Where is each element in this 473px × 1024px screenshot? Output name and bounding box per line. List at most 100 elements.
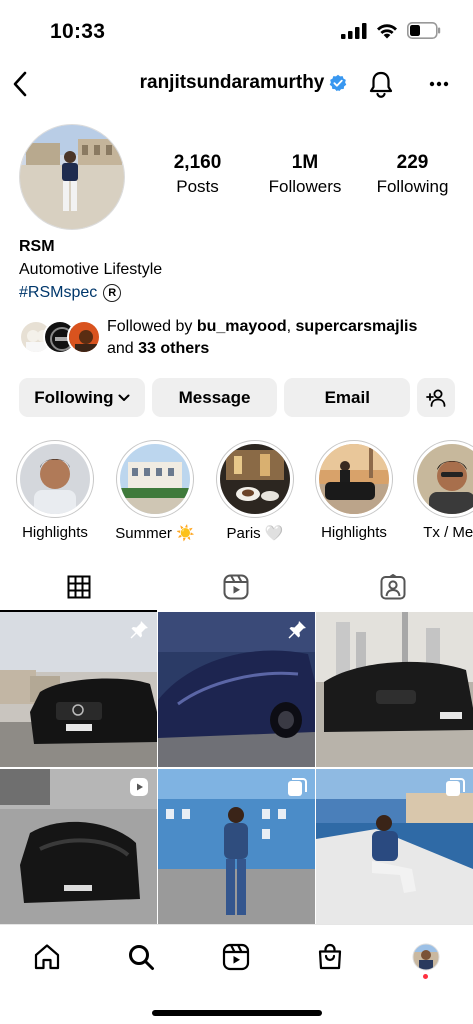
bio-hashtag[interactable]: #RSMspec [19, 284, 97, 302]
highlight-cover [120, 444, 190, 514]
tab-tagged[interactable] [314, 562, 471, 612]
reels-icon [222, 943, 250, 971]
posts-label: Posts [176, 177, 219, 196]
highlight-item[interactable]: Highlights [15, 440, 95, 541]
cellular-signal-icon [341, 22, 367, 39]
followed-by-user: bu_mayood [196, 318, 287, 335]
followed-by[interactable]: Followed by bu_mayood, supercarsmajlis a… [19, 316, 459, 358]
highlight-item[interactable]: Tx / Mex [412, 440, 473, 541]
profile-tab-avatar [412, 943, 440, 971]
bottom-tab-bar [0, 924, 473, 1024]
highlight-cover [417, 444, 473, 514]
profile-stats: 2,160 Posts 1M Followers 229 Following [150, 152, 460, 197]
shopping-bag-icon [318, 943, 342, 970]
highlight-item[interactable]: Summer ☀️ [115, 440, 195, 542]
following-button-label: Following [34, 387, 114, 407]
profile-category: Automotive Lifestyle [19, 261, 163, 278]
following-count: 229 [396, 152, 429, 173]
profile-avatar[interactable] [19, 124, 125, 230]
profile-actions: Following Message Email [19, 378, 456, 417]
posts-count: 2,160 [173, 152, 222, 173]
shop-tab[interactable] [310, 937, 350, 977]
stat-following[interactable]: 229 Following [365, 152, 460, 197]
tab-reels[interactable] [157, 562, 314, 612]
story-highlights: Highlights Summer ☀️ Paris 🤍 Highlights [0, 440, 473, 544]
verified-badge-icon [330, 74, 347, 92]
message-button-label: Message [178, 387, 251, 407]
followers-label: Followers [268, 177, 342, 196]
carousel-icon [288, 778, 307, 796]
more-options-button[interactable] [424, 68, 454, 100]
posts-grid [0, 612, 473, 924]
reel-icon [130, 778, 148, 796]
highlight-item[interactable]: Paris 🤍 [215, 440, 295, 542]
home-tab[interactable] [27, 937, 67, 977]
profile-tab[interactable] [406, 937, 446, 977]
notifications-button[interactable] [366, 68, 396, 100]
following-button[interactable]: Following [19, 378, 145, 417]
highlight-cover [319, 444, 389, 514]
followed-by-text: Followed by bu_mayood, supercarsmajlis a… [107, 316, 417, 360]
profile-bio: RSM Automotive Lifestyle #RSMspec R [19, 238, 162, 302]
highlight-label: Tx / Mex [423, 524, 473, 541]
more-horizontal-icon [429, 81, 449, 87]
stat-followers[interactable]: 1M Followers [245, 152, 365, 197]
status-bar: 10:33 [0, 0, 473, 60]
post-thumbnail[interactable] [0, 769, 157, 924]
status-icons [341, 22, 441, 39]
add-person-icon [426, 389, 446, 407]
followed-by-and: and [107, 340, 139, 357]
username-wrap: ranjitsundaramurthy [0, 72, 473, 94]
search-icon [129, 945, 154, 970]
highlight-cover [220, 444, 290, 514]
post-thumbnail[interactable] [158, 612, 315, 767]
message-button[interactable]: Message [151, 378, 278, 417]
notification-dot [423, 974, 428, 979]
tab-posts-grid[interactable] [0, 562, 157, 612]
chevron-down-icon [118, 394, 130, 401]
battery-icon [407, 22, 441, 39]
pinned-icon [130, 621, 148, 639]
post-thumbnail[interactable] [0, 612, 157, 767]
followed-by-user: supercarsmajlis [295, 318, 418, 335]
highlight-label: Highlights [22, 524, 88, 541]
mutual-avatar [67, 320, 101, 354]
profile-photo [20, 125, 124, 229]
suggested-users-button[interactable] [417, 378, 456, 417]
email-button-label: Email [324, 387, 370, 407]
followed-by-prefix: Followed by [107, 318, 197, 335]
bio-hashtag-line: #RSMspec R [19, 284, 162, 302]
carousel-icon [446, 778, 465, 796]
home-icon [34, 944, 60, 970]
registered-mark-icon: R [103, 284, 122, 302]
highlight-label: Highlights [321, 524, 387, 541]
content-tabs [0, 562, 473, 612]
highlight-ring [116, 440, 194, 518]
post-thumbnail[interactable] [316, 769, 473, 924]
profile-username[interactable]: ranjitsundaramurthy [140, 72, 325, 94]
highlight-ring [413, 440, 473, 518]
profile-name: RSM [19, 238, 55, 255]
email-button[interactable]: Email [284, 378, 411, 417]
highlight-ring [315, 440, 393, 518]
highlight-item[interactable]: Highlights [314, 440, 394, 541]
followers-count: 1M [291, 152, 319, 173]
search-tab[interactable] [121, 937, 161, 977]
post-thumbnail[interactable] [158, 769, 315, 924]
reels-icon [223, 574, 248, 600]
post-thumbnail[interactable] [316, 612, 473, 767]
reels-tab[interactable] [216, 937, 256, 977]
following-label: Following [376, 177, 449, 196]
highlight-ring [216, 440, 294, 518]
stat-posts[interactable]: 2,160 Posts [150, 152, 245, 197]
grid-icon [67, 575, 90, 599]
tagged-person-icon [380, 574, 405, 600]
highlight-cover [20, 444, 90, 514]
followed-by-separator: , [286, 318, 296, 335]
highlight-label: Paris 🤍 [226, 525, 284, 542]
wifi-icon [377, 23, 397, 38]
followed-by-others: 33 others [138, 340, 210, 357]
bell-icon [369, 71, 393, 98]
pinned-icon [288, 621, 306, 639]
profile-header: ranjitsundaramurthy [0, 62, 473, 106]
